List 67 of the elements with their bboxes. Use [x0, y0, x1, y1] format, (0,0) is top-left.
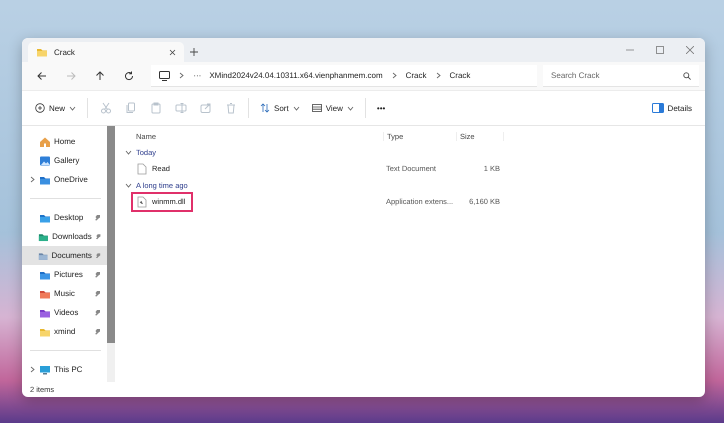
- sidebar-item[interactable]: Documents: [22, 246, 107, 265]
- pin-icon: [94, 290, 101, 297]
- folder-icon: [36, 46, 48, 58]
- sidebar-item[interactable]: This PC: [22, 360, 107, 379]
- collapse-chevron-icon: [125, 182, 132, 188]
- chevron-icon: [178, 72, 186, 79]
- add-tab-icon: [190, 48, 198, 56]
- pin-icon: [94, 214, 101, 221]
- plus-circle-icon: [35, 103, 45, 113]
- expand-chevron-icon: [29, 176, 36, 183]
- sidebar-item[interactable]: Videos: [22, 303, 107, 322]
- details-button[interactable]: Details: [646, 97, 697, 119]
- system-file-icon: [136, 196, 147, 208]
- more-button[interactable]: •••: [372, 97, 390, 119]
- pin-icon: [94, 309, 101, 316]
- list-view-icon: [312, 103, 322, 113]
- pin-icon: [94, 328, 101, 335]
- rename-icon: [174, 102, 187, 114]
- scrollbar-thumb[interactable]: [107, 126, 115, 343]
- sidebar-item[interactable]: Gallery: [22, 151, 107, 170]
- sort-button[interactable]: Sort: [255, 97, 305, 119]
- search-icon: [683, 72, 692, 80]
- breadcrumb-item[interactable]: XMind2024v24.04.10311.x64.vienphanmem.com: [209, 71, 383, 80]
- chevron-icon: [434, 72, 442, 79]
- sidebar-item[interactable]: Music: [22, 284, 107, 303]
- breadcrumb-item[interactable]: Crack: [450, 71, 470, 80]
- scissors-icon: [100, 102, 112, 114]
- close-icon: [169, 48, 176, 56]
- caret-icon: [292, 104, 300, 112]
- chevron-icon: [390, 72, 398, 79]
- details-pane-icon: [652, 103, 664, 113]
- sidebar-item[interactable]: Downloads: [22, 227, 107, 246]
- address-bar[interactable]: ··· XMind2024v24.04.10311.x64.vienphanmem.com Crack Crack: [151, 65, 538, 87]
- back-arrow-icon: [37, 71, 48, 81]
- close-icon: [686, 46, 694, 54]
- sidebar-item[interactable]: Home: [22, 132, 107, 151]
- clipboard-icon: [150, 102, 162, 114]
- home-icon: [39, 136, 51, 148]
- search-field[interactable]: Search Crack: [543, 65, 700, 87]
- sidebar-item[interactable]: xmind: [22, 322, 107, 341]
- trash-icon: [224, 102, 237, 114]
- breadcrumb-item[interactable]: Crack: [406, 71, 426, 80]
- expand-chevron-icon: [29, 366, 36, 373]
- computer-icon: [39, 364, 51, 376]
- view-button[interactable]: View: [306, 97, 359, 119]
- sort-arrows-icon: [260, 103, 270, 113]
- sidebar-item[interactable]: OneDrive: [22, 170, 107, 189]
- folder-tab[interactable]: Crack: [28, 42, 184, 62]
- monitor-icon: [159, 70, 170, 80]
- pin-icon: [94, 252, 101, 259]
- gallery-icon: [39, 154, 51, 166]
- refresh-icon: [124, 71, 134, 81]
- text-file-icon: [136, 162, 147, 174]
- breadcrumb-overflow[interactable]: ···: [193, 71, 202, 80]
- up-arrow-icon: [95, 71, 106, 81]
- sidebar-item[interactable]: Desktop: [22, 208, 107, 227]
- share-icon: [200, 102, 212, 114]
- caret-icon: [346, 104, 354, 112]
- pin-icon: [94, 233, 102, 240]
- maximize-icon: [656, 46, 664, 54]
- copy-icon: [124, 102, 137, 114]
- forward-arrow-icon: [66, 71, 76, 81]
- sidebar-item[interactable]: Pictures: [22, 265, 107, 284]
- collapse-chevron-icon: [125, 148, 132, 156]
- new-button[interactable]: New: [30, 97, 82, 119]
- caret-icon: [69, 104, 76, 112]
- pin-icon: [94, 271, 101, 278]
